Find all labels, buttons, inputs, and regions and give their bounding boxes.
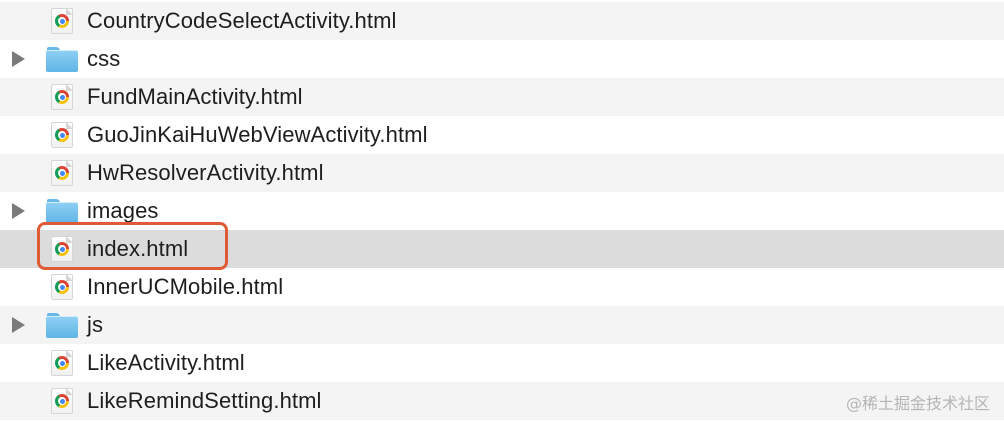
list-item[interactable]: images	[0, 192, 1004, 230]
chrome-html-file-icon	[51, 160, 73, 186]
folder-icon	[46, 46, 78, 72]
watermark: @稀土掘金技术社区	[845, 394, 990, 413]
list-item[interactable]: CountryCodeSelectActivity.html	[0, 2, 1004, 40]
disclosure-triangle-icon[interactable]	[12, 51, 25, 67]
chrome-html-file-icon	[51, 388, 73, 414]
folder-name: css	[87, 46, 121, 71]
chrome-html-file-icon	[51, 122, 73, 148]
list-item[interactable]: HwResolverActivity.html	[0, 154, 1004, 192]
file-name: FundMainActivity.html	[87, 84, 303, 109]
list-item[interactable]: LikeActivity.html	[0, 344, 1004, 382]
list-item[interactable]: FundMainActivity.html	[0, 78, 1004, 116]
file-name: LikeRemindSetting.html	[87, 388, 322, 413]
chrome-html-file-icon	[51, 84, 73, 110]
folder-icon	[46, 198, 78, 224]
chrome-html-file-icon	[51, 236, 73, 262]
file-name: index.html	[87, 236, 189, 261]
list-item[interactable]: css	[0, 40, 1004, 78]
file-name: CountryCodeSelectActivity.html	[87, 8, 397, 33]
folder-name: images	[87, 198, 159, 223]
file-name: InnerUCMobile.html	[87, 274, 284, 299]
file-list: CountryCodeSelectActivity.html css FundM…	[0, 0, 1004, 422]
disclosure-triangle-icon[interactable]	[12, 317, 25, 333]
file-name: LikeActivity.html	[87, 350, 245, 375]
list-item[interactable]: InnerUCMobile.html	[0, 268, 1004, 306]
file-name: GuoJinKaiHuWebViewActivity.html	[87, 122, 428, 147]
disclosure-triangle-icon[interactable]	[12, 203, 25, 219]
list-item-selected[interactable]: index.html	[0, 230, 1004, 268]
file-name: HwResolverActivity.html	[87, 160, 324, 185]
chrome-html-file-icon	[51, 350, 73, 376]
list-item[interactable]: js	[0, 306, 1004, 344]
folder-icon	[46, 312, 78, 338]
chrome-html-file-icon	[51, 8, 73, 34]
chrome-html-file-icon	[51, 274, 73, 300]
list-item[interactable]: GuoJinKaiHuWebViewActivity.html	[0, 116, 1004, 154]
folder-name: js	[87, 312, 104, 337]
